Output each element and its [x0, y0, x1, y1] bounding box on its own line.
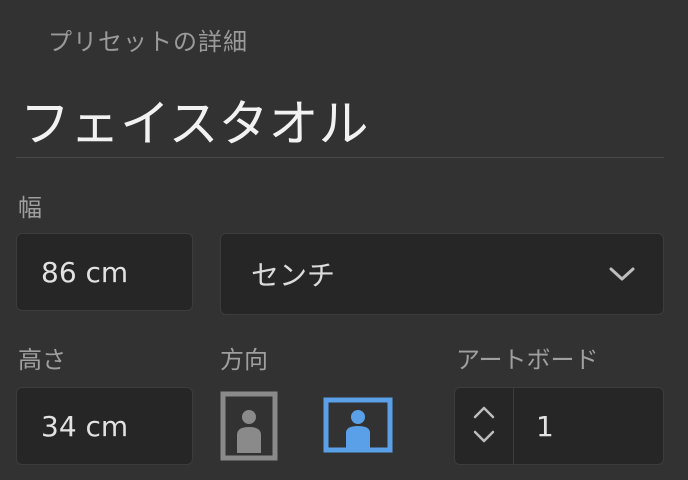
- unit-select[interactable]: センチ: [220, 233, 664, 315]
- portrait-orientation-button[interactable]: [220, 391, 278, 465]
- section-title: プリセットの詳細: [48, 28, 248, 56]
- width-label: 幅: [18, 194, 42, 222]
- height-input[interactable]: 34 cm: [16, 387, 193, 465]
- chevron-down-icon: [607, 259, 637, 289]
- width-input[interactable]: 86 cm: [16, 233, 193, 311]
- preset-name: フェイスタオル: [20, 95, 369, 153]
- chevron-up-icon[interactable]: [473, 404, 495, 423]
- landscape-orientation-icon: [323, 397, 393, 457]
- stepper-controls: [455, 387, 514, 465]
- artboards-label: アートボード: [456, 346, 599, 374]
- artboards-stepper[interactable]: 1: [454, 387, 664, 465]
- height-value: 34 cm: [41, 409, 129, 443]
- artboards-count[interactable]: 1: [514, 410, 554, 443]
- unit-value: センチ: [251, 259, 336, 292]
- chevron-down-icon[interactable]: [473, 429, 495, 448]
- divider: [16, 157, 664, 158]
- width-value: 86 cm: [41, 255, 129, 289]
- orientation-label: 方向: [220, 346, 268, 374]
- height-label: 高さ: [18, 346, 66, 374]
- landscape-orientation-button[interactable]: [323, 397, 393, 457]
- portrait-orientation-icon: [220, 391, 278, 465]
